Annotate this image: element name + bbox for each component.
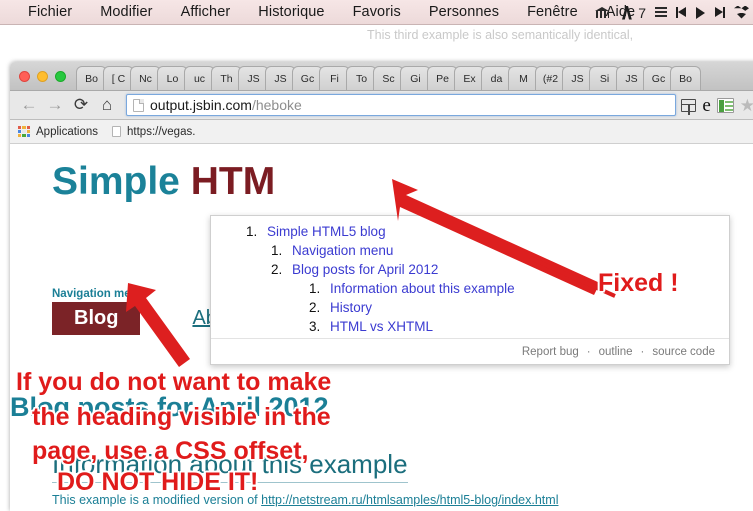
menu-historique[interactable]: Historique [244, 0, 338, 25]
outline-item-0-num: 1. [246, 224, 258, 239]
tab-strip: Bo [ C Nc Lo uc Th JS JS Gc Fi To Sc Gi … [10, 62, 753, 91]
page-info-icon[interactable] [133, 98, 144, 112]
menu-favoris[interactable]: Favoris [339, 0, 415, 25]
menu-afficher[interactable]: Afficher [167, 0, 245, 25]
home-icon[interactable]: ⌂ [94, 93, 120, 117]
page-icon [112, 126, 122, 137]
footer-separator-2: · [640, 345, 645, 358]
outline-item-4-num: 2. [309, 300, 321, 315]
outline-item-1[interactable]: 1. Navigation menu [271, 243, 393, 258]
media-play-icon[interactable] [696, 6, 705, 19]
outline-item-3-num: 1. [309, 281, 321, 296]
app-grid-icon [18, 125, 30, 138]
address-bar[interactable]: output.jsbin.com/heboke [126, 94, 677, 116]
outline-item-1-label[interactable]: Navigation menu [292, 243, 393, 258]
list-lines-icon[interactable] [655, 6, 667, 19]
outline-item-0[interactable]: 1. Simple HTML5 blog [246, 224, 386, 239]
outline-item-4[interactable]: 2. History [309, 300, 372, 315]
os-menu-bar: Fichier Modifier Afficher Historique Fav… [0, 0, 753, 25]
os-menu-items: Fichier Modifier Afficher Historique Fav… [0, 0, 649, 25]
outline-item-5[interactable]: 3. HTML vs XHTML [309, 319, 433, 334]
spreadsheet-icon[interactable] [716, 97, 734, 113]
bookmark-star-icon[interactable]: ★ [740, 97, 753, 114]
reading-layout-icon[interactable] [681, 98, 697, 115]
menu-fichier[interactable]: Fichier [14, 0, 86, 25]
back-button[interactable]: ← [16, 93, 42, 117]
evernote-e-icon[interactable]: e [702, 96, 710, 115]
page-title: Simple HTM [52, 160, 275, 204]
outline-item-2-num: 2. [271, 262, 283, 277]
forward-button[interactable]: → [42, 93, 68, 117]
outline-item-0-label[interactable]: Simple HTML5 blog [267, 224, 386, 239]
outline-item-5-num: 3. [309, 319, 321, 334]
window-controls [10, 71, 76, 90]
outline-item-2[interactable]: 2. Blog posts for April 2012 [271, 262, 438, 277]
dropbox-icon[interactable] [734, 6, 749, 20]
annotation-line-4: DO NOT HIDE IT! [57, 468, 259, 496]
reload-icon[interactable]: ⟳ [68, 93, 94, 117]
tab-22[interactable]: Bo [670, 66, 701, 90]
adobe-a-icon[interactable] [619, 5, 633, 20]
browser-tabs: Bo [ C Nc Lo uc Th JS JS Gc Fi To Sc Gi … [76, 66, 753, 90]
screenshot-root: Fichier Modifier Afficher Historique Fav… [0, 0, 753, 511]
maximize-window-button[interactable] [55, 71, 66, 82]
bookmark-vegas-label: https://vegas. [127, 125, 196, 138]
backdrop-text: This third example is also semantically … [367, 28, 634, 42]
annotation-line-1: If you do not want to make [16, 368, 332, 396]
notifications-count[interactable]: 7 [638, 6, 646, 20]
outline-item-3-label[interactable]: Information about this example [330, 281, 515, 296]
bookmarks-bar: Applications https://vegas. [10, 120, 753, 144]
source-code-link[interactable]: source code [652, 346, 715, 358]
omnibox-actions: e ★ [681, 96, 753, 115]
bookmark-applications-label: Applications [36, 125, 99, 138]
annotation-fixed: Fixed ! [598, 269, 679, 297]
outline-link[interactable]: outline [599, 346, 633, 358]
footer-separator-1: · [586, 345, 591, 358]
report-bug-link[interactable]: Report bug [522, 346, 579, 358]
page-title-part1: Simple [52, 160, 191, 203]
annotation-line-2: the heading visible in the [32, 403, 331, 431]
navigation-bar: ← → ⟳ ⌂ output.jsbin.com/heboke e ★ [10, 91, 753, 120]
bookmark-vegas[interactable]: https://vegas. [112, 126, 195, 138]
os-status-icons: 7 [595, 0, 749, 25]
netstream-link[interactable]: http://netstream.ru/htmlsamples/html5-bl… [261, 493, 558, 507]
outline-item-1-num: 1. [271, 243, 283, 258]
url-text: output.jsbin.com/heboke [150, 97, 302, 113]
url-path: /heboke [251, 97, 302, 113]
nav-menu-heading: Navigation menu [52, 288, 145, 300]
outline-item-4-label[interactable]: History [330, 300, 372, 315]
page-title-part2: HTM [190, 160, 276, 203]
outline-item-5-label[interactable]: HTML vs XHTML [330, 319, 433, 334]
bookmark-applications[interactable]: Applications [18, 125, 99, 138]
menu-fenetre[interactable]: Fenêtre [513, 0, 592, 25]
url-host: output.jsbin.com [150, 97, 252, 113]
outline-panel-footer: Report bug · outline · source code [211, 338, 729, 364]
media-previous-icon[interactable] [676, 7, 687, 18]
outline-item-2-label[interactable]: Blog posts for April 2012 [292, 262, 438, 277]
close-window-button[interactable] [19, 71, 30, 82]
outline-item-3[interactable]: 1. Information about this example [309, 281, 515, 296]
menu-personnes[interactable]: Personnes [415, 0, 513, 25]
minimize-window-button[interactable] [37, 71, 48, 82]
annotation-line-3: page, use a CSS offset, [32, 437, 309, 465]
media-next-icon[interactable] [714, 7, 725, 18]
bank-icon[interactable] [595, 5, 610, 20]
menu-modifier[interactable]: Modifier [86, 0, 166, 25]
nav-item-blog[interactable]: Blog [52, 302, 141, 335]
